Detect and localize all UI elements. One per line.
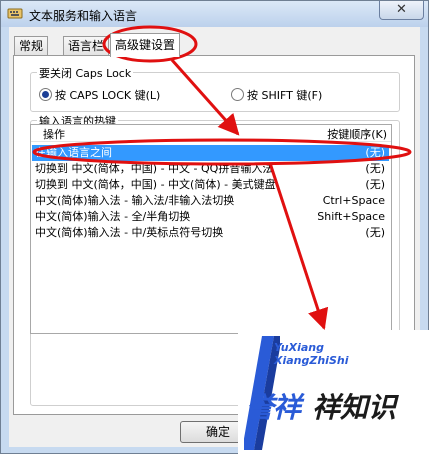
close-button[interactable]: ✕ bbox=[379, 1, 424, 20]
window-title: 文本服务和输入语言 bbox=[29, 9, 138, 23]
tab-general[interactable]: 常规 bbox=[14, 36, 49, 56]
tab-general-label: 常规 bbox=[19, 39, 44, 53]
caps-lock-key-radio[interactable] bbox=[39, 88, 52, 101]
watermark-brand-blue: 誉祥 bbox=[246, 391, 301, 424]
hotkey-row[interactable]: 切换到 中文(简体，中国) - 中文(简体) - 美式键盘 (无) bbox=[32, 177, 389, 193]
hotkey-action: 中文(简体)输入法 - 中/英标点符号切换 bbox=[35, 226, 224, 239]
hotkey-keys: (无) bbox=[365, 178, 385, 191]
tab-language-bar[interactable]: 语言栏 bbox=[63, 36, 110, 56]
close-icon: ✕ bbox=[396, 2, 407, 17]
column-header-action[interactable]: 操作 bbox=[43, 126, 65, 142]
caps-lock-group: 要关闭 Caps Lock 按 CAPS LOCK 键(L) 按 SHIFT 键… bbox=[30, 65, 400, 112]
hotkey-action: 中文(简体)输入法 - 全/半角切换 bbox=[35, 210, 191, 223]
hotkey-keys: Shift+Space bbox=[317, 210, 385, 223]
hotkeys-list-header: 操作 按键顺序(K) bbox=[31, 125, 391, 142]
shift-key-label: 按 SHIFT 键(F) bbox=[247, 89, 323, 102]
caps-lock-key-label: 按 CAPS LOCK 键(L) bbox=[55, 89, 161, 102]
hotkey-keys: Ctrl+Space bbox=[322, 194, 385, 207]
hotkey-row[interactable]: 切换到 中文(简体，中国) - 中文 - QQ拼音输入法 (无) bbox=[32, 161, 389, 177]
caps-lock-group-legend: 要关闭 Caps Lock bbox=[37, 65, 134, 81]
column-header-key-sequence[interactable]: 按键顺序(K) bbox=[327, 126, 387, 142]
hotkeys-list[interactable]: 操作 按键顺序(K) 在输入语言之间 (无) 切换到 中文(简体，中国) - 中… bbox=[30, 124, 392, 334]
watermark-latin-line1: YuXiang bbox=[274, 341, 324, 354]
tab-advanced-key-settings[interactable]: 高级键设置 bbox=[110, 33, 181, 57]
hotkey-action: 切换到 中文(简体，中国) - 中文(简体) - 美式键盘 bbox=[35, 178, 276, 191]
watermark-latin-line2: XiangZhiShi bbox=[274, 354, 349, 367]
hotkey-row[interactable]: 在输入语言之间 (无) bbox=[32, 145, 389, 161]
hotkey-action: 切换到 中文(简体，中国) - 中文 - QQ拼音输入法 bbox=[35, 162, 274, 175]
hotkey-keys: (无) bbox=[365, 162, 385, 175]
watermark-brand-black: 祥知识 bbox=[312, 391, 397, 424]
watermark-latin: YuXiang XiangZhiShi bbox=[274, 341, 348, 367]
hotkey-row[interactable]: 中文(简体)输入法 - 全/半角切换 Shift+Space bbox=[32, 209, 389, 225]
hotkey-keys: (无) bbox=[365, 146, 385, 159]
hotkey-action: 在输入语言之间 bbox=[35, 146, 112, 159]
hotkey-action: 中文(简体)输入法 - 输入法/非输入法切换 bbox=[35, 194, 235, 207]
ok-button-label: 确定 bbox=[205, 425, 230, 439]
hotkey-row[interactable]: 中文(简体)输入法 - 输入法/非输入法切换 Ctrl+Space bbox=[32, 193, 389, 209]
title-bar[interactable]: 文本服务和输入语言 ✕ bbox=[1, 1, 428, 27]
shift-key-radio[interactable] bbox=[231, 88, 244, 101]
tab-language-bar-label: 语言栏 bbox=[68, 39, 105, 53]
watermark: YuXiang XiangZhiShi 誉祥 祥知识 bbox=[238, 330, 429, 454]
tab-advanced-key-settings-label: 高级键设置 bbox=[115, 38, 176, 52]
hotkey-row[interactable]: 中文(简体)输入法 - 中/英标点符号切换 (无) bbox=[32, 225, 389, 241]
hotkey-keys: (无) bbox=[365, 226, 385, 239]
keyboard-app-icon bbox=[7, 8, 23, 19]
